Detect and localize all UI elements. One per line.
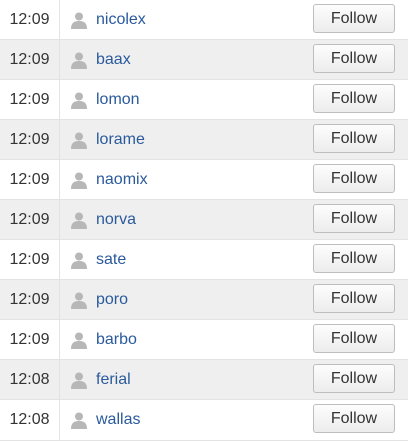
follow-button[interactable]: Follow	[313, 284, 395, 313]
list-item: 12:09 norva Follow	[0, 200, 408, 240]
username-link[interactable]: lomon	[96, 91, 140, 109]
timestamp: 12:09	[0, 280, 60, 319]
follow-button[interactable]: Follow	[313, 164, 395, 193]
timestamp: 12:09	[0, 80, 60, 119]
follow-list: 12:09 nicolex Follow 12:09 baax Follow 1…	[0, 0, 408, 441]
timestamp: 12:08	[0, 360, 60, 399]
timestamp: 12:09	[0, 40, 60, 79]
list-item: 12:09 nicolex Follow	[0, 0, 408, 40]
user-silhouette-icon	[70, 291, 88, 309]
list-item: 12:09 poro Follow	[0, 280, 408, 320]
list-item: 12:09 lorame Follow	[0, 120, 408, 160]
timestamp: 12:09	[0, 0, 60, 39]
username-link[interactable]: barbo	[96, 331, 137, 349]
follow-button[interactable]: Follow	[313, 84, 395, 113]
follow-button[interactable]: Follow	[313, 364, 395, 393]
username-link[interactable]: lorame	[96, 131, 145, 149]
user-silhouette-icon	[70, 411, 88, 429]
follow-button[interactable]: Follow	[313, 4, 395, 33]
timestamp: 12:09	[0, 320, 60, 359]
list-item: 12:08 ferial Follow	[0, 360, 408, 400]
username-link[interactable]: ferial	[96, 371, 131, 389]
user-silhouette-icon	[70, 11, 88, 29]
follow-button[interactable]: Follow	[313, 404, 395, 433]
username-link[interactable]: poro	[96, 291, 128, 309]
user-silhouette-icon	[70, 91, 88, 109]
username-link[interactable]: naomix	[96, 171, 148, 189]
list-item: 12:08 wallas Follow	[0, 400, 408, 440]
list-item: 12:09 naomix Follow	[0, 160, 408, 200]
user-silhouette-icon	[70, 51, 88, 69]
user-silhouette-icon	[70, 171, 88, 189]
list-item: 12:09 baax Follow	[0, 40, 408, 80]
timestamp: 12:09	[0, 240, 60, 279]
follow-button[interactable]: Follow	[313, 44, 395, 73]
timestamp: 12:09	[0, 160, 60, 199]
username-link[interactable]: nicolex	[96, 11, 146, 29]
follow-button[interactable]: Follow	[313, 244, 395, 273]
list-item: 12:09 barbo Follow	[0, 320, 408, 360]
username-link[interactable]: norva	[96, 211, 136, 229]
user-silhouette-icon	[70, 211, 88, 229]
follow-button[interactable]: Follow	[313, 124, 395, 153]
timestamp: 12:08	[0, 400, 60, 440]
username-link[interactable]: wallas	[96, 411, 140, 429]
follow-button[interactable]: Follow	[313, 204, 395, 233]
username-link[interactable]: baax	[96, 51, 131, 69]
list-item: 12:09 sate Follow	[0, 240, 408, 280]
timestamp: 12:09	[0, 120, 60, 159]
username-link[interactable]: sate	[96, 251, 126, 269]
user-silhouette-icon	[70, 371, 88, 389]
follow-button[interactable]: Follow	[313, 324, 395, 353]
list-item: 12:09 lomon Follow	[0, 80, 408, 120]
user-silhouette-icon	[70, 131, 88, 149]
timestamp: 12:09	[0, 200, 60, 239]
user-silhouette-icon	[70, 251, 88, 269]
user-silhouette-icon	[70, 331, 88, 349]
